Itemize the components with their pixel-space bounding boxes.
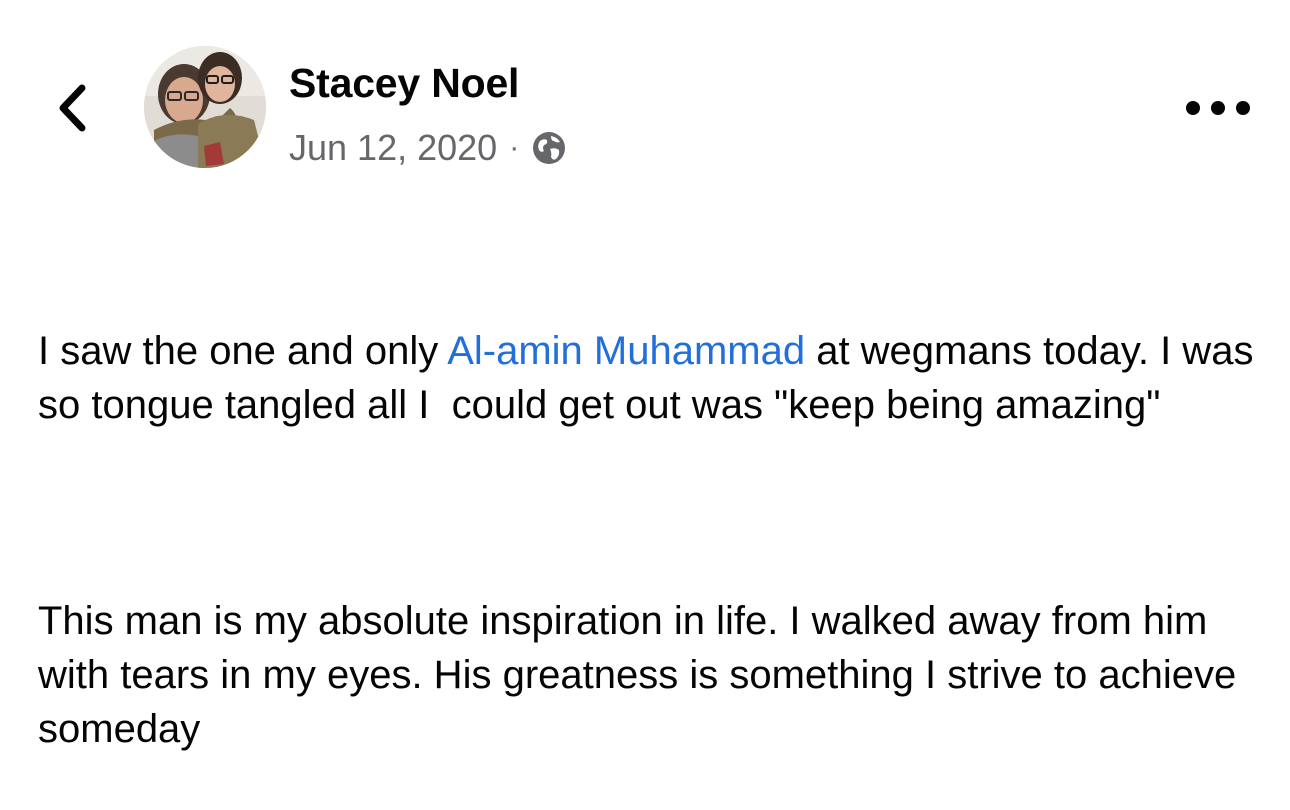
post-header: Stacey Noel Jun 12, 2020 · [0, 0, 1290, 200]
back-button[interactable] [44, 78, 100, 138]
more-dots-icon [1186, 101, 1200, 115]
chevron-left-icon [59, 84, 86, 132]
post-text: I saw the one and only [38, 329, 448, 373]
post-date[interactable]: Jun 12, 2020 [289, 127, 497, 169]
profile-photo [144, 46, 266, 168]
avatar[interactable] [144, 46, 266, 168]
globe-icon[interactable] [531, 130, 567, 166]
post-paragraph: I saw the one and only Al-amin Muhammad … [38, 324, 1268, 432]
more-dots-icon [1211, 101, 1225, 115]
more-options-button[interactable] [1186, 88, 1250, 128]
post-body: I saw the one and only Al-amin Muhammad … [38, 216, 1268, 810]
author-name[interactable]: Stacey Noel [289, 60, 519, 107]
post-paragraph: This man is my absolute inspiration in l… [38, 599, 1248, 751]
mention-link[interactable]: Al-amin Muhammad [447, 329, 805, 373]
meta-separator: · [509, 131, 520, 164]
post-meta: Jun 12, 2020 · [289, 124, 567, 172]
more-dots-icon [1236, 101, 1250, 115]
